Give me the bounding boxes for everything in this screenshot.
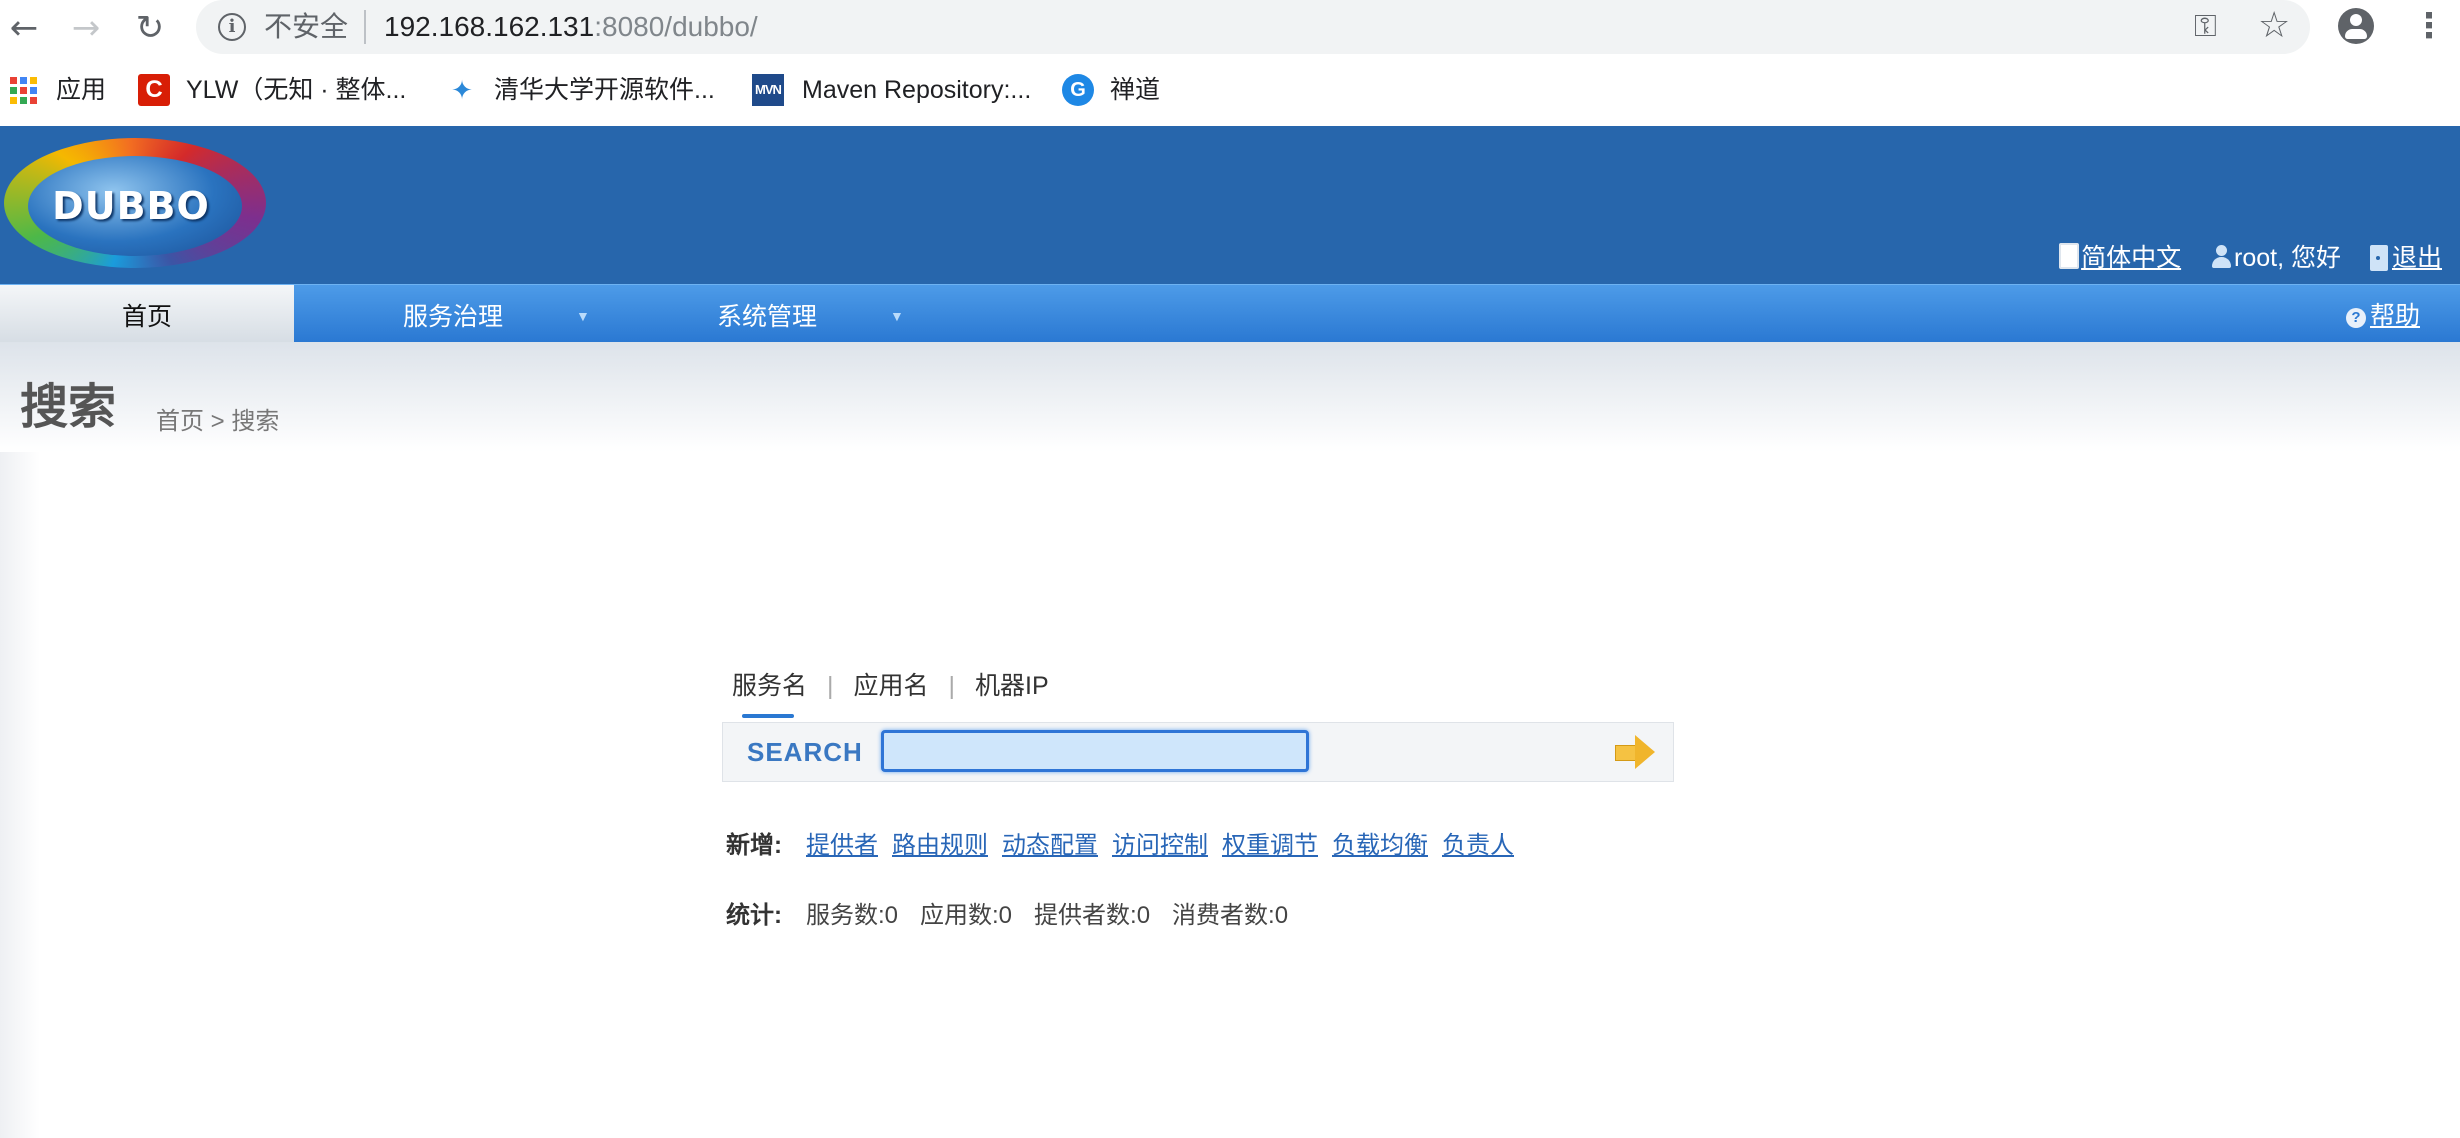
bookmark-zentao[interactable]: 禅道 — [1110, 72, 1160, 108]
bookmark-tsinghua[interactable]: 清华大学开源软件... — [494, 72, 715, 108]
nav-system-management[interactable]: 系统管理 — [717, 285, 817, 343]
tab-separator: | — [827, 672, 834, 700]
user-icon — [2210, 245, 2232, 269]
bookmark-ylw[interactable]: YLW（无知 · 整体... — [186, 72, 406, 108]
bookmark-star-icon[interactable]: ☆ — [2258, 6, 2290, 46]
address-separator — [364, 10, 366, 44]
apps-grid-icon[interactable] — [10, 74, 42, 106]
tsinghua-icon[interactable]: ✦ — [446, 74, 478, 106]
search-label: SEARCH — [747, 737, 863, 767]
add-weight-link[interactable]: 权重调节 — [1222, 832, 1318, 859]
add-route-link[interactable]: 路由规则 — [892, 832, 988, 859]
tab-application-name[interactable]: 应用名 — [854, 668, 929, 704]
stat-services: 服务数:0 — [806, 902, 899, 929]
tab-service-name[interactable]: 服务名 — [732, 668, 807, 718]
tab-machine-ip[interactable]: 机器IP — [975, 668, 1049, 704]
zentao-icon[interactable]: G — [1062, 74, 1094, 106]
bookmark-apps[interactable]: 应用 — [56, 72, 106, 108]
main-nav: 首页 服务治理 ▼ 系统管理 ▼ ? 帮助 — [0, 284, 2460, 343]
browser-toolbar: ← → ↻ i 不安全 192.168.162.131:8080/dubbo/ … — [0, 0, 2460, 54]
url-text[interactable]: 192.168.162.131:8080/dubbo/ — [384, 10, 758, 44]
chevron-down-icon[interactable]: ▼ — [576, 309, 590, 323]
left-shadow — [0, 452, 40, 1138]
nav-service-governance[interactable]: 服务治理 — [403, 285, 503, 343]
url-path: :8080/dubbo/ — [594, 11, 758, 42]
mvn-icon[interactable]: MVN — [752, 74, 784, 106]
language-link[interactable]: 简体中文 — [2081, 244, 2181, 272]
site-info-icon[interactable]: i — [218, 13, 246, 41]
stat-applications: 应用数:0 — [920, 902, 1013, 929]
search-input[interactable] — [881, 730, 1309, 772]
add-label: 新增: — [726, 832, 782, 859]
add-provider-link[interactable]: 提供者 — [806, 832, 878, 859]
back-arrow-icon[interactable]: ← — [4, 8, 44, 48]
bookmarks-bar: 应用 C YLW（无知 · 整体... ✦ 清华大学开源软件... MVN Ma… — [0, 54, 2460, 126]
account-icon[interactable] — [2338, 8, 2374, 44]
subheader-background — [0, 342, 2460, 452]
user-item: root, 您好 — [2210, 238, 2341, 274]
stat-providers: 提供者数:0 — [1034, 902, 1151, 929]
add-access-control-link[interactable]: 访问控制 — [1112, 832, 1208, 859]
add-row: 新增: 提供者 路由规则 动态配置 访问控制 权重调节 负载均衡 负责人 — [726, 830, 1528, 862]
stat-consumers: 消费者数:0 — [1172, 902, 1289, 929]
logout-item: 退出 — [2369, 238, 2442, 274]
help-link[interactable]: 帮助 — [2370, 302, 2420, 330]
password-key-icon[interactable]: ⚿ — [2194, 10, 2217, 44]
document-icon — [2059, 243, 2080, 269]
insecure-label[interactable]: 不安全 — [264, 10, 348, 44]
exit-door-icon — [2369, 245, 2388, 271]
page-title: 搜索 — [20, 381, 117, 434]
forward-arrow-icon[interactable]: → — [66, 8, 106, 48]
browser-menu-icon[interactable]: ⋮ — [2412, 6, 2446, 46]
header-links: 简体中文 root, 您好 退出 — [2037, 238, 2442, 272]
nav-home[interactable]: 首页 — [0, 285, 294, 343]
logo-text: DUBBO — [52, 184, 210, 228]
add-load-balance-link[interactable]: 负载均衡 — [1332, 832, 1428, 859]
logout-link[interactable]: 退出 — [2392, 244, 2442, 272]
user-greeting: root, 您好 — [2234, 244, 2342, 272]
ylw-icon[interactable]: C — [138, 74, 170, 106]
language-item: 简体中文 — [2059, 238, 2181, 274]
tab-separator: | — [948, 672, 956, 700]
app-header: DUBBO 简体中文 root, 您好 退出 — [0, 126, 2460, 284]
help-icon: ? — [2345, 308, 2366, 328]
bookmark-maven[interactable]: Maven Repository:... — [802, 72, 1031, 108]
search-box: SEARCH — [722, 722, 1674, 782]
search-arrow-icon[interactable] — [1615, 735, 1655, 769]
dubbo-logo: DUBBO — [0, 134, 270, 276]
url-host: 192.168.162.131 — [384, 11, 595, 42]
add-owner-link[interactable]: 负责人 — [1442, 832, 1514, 859]
stats-label: 统计: — [726, 902, 782, 929]
help-item: ? 帮助 — [2345, 301, 2420, 331]
reload-icon[interactable]: ↻ — [130, 8, 170, 48]
breadcrumb: 首页 > 搜索 — [156, 408, 280, 435]
add-dynamic-config-link[interactable]: 动态配置 — [1002, 832, 1098, 859]
stats-row: 统计: 服务数:0 应用数:0 提供者数:0 消费者数:0 — [726, 900, 1310, 932]
search-tabs: 服务名 | 应用名 | 机器IP — [732, 668, 1049, 718]
chevron-down-icon[interactable]: ▼ — [890, 309, 904, 323]
